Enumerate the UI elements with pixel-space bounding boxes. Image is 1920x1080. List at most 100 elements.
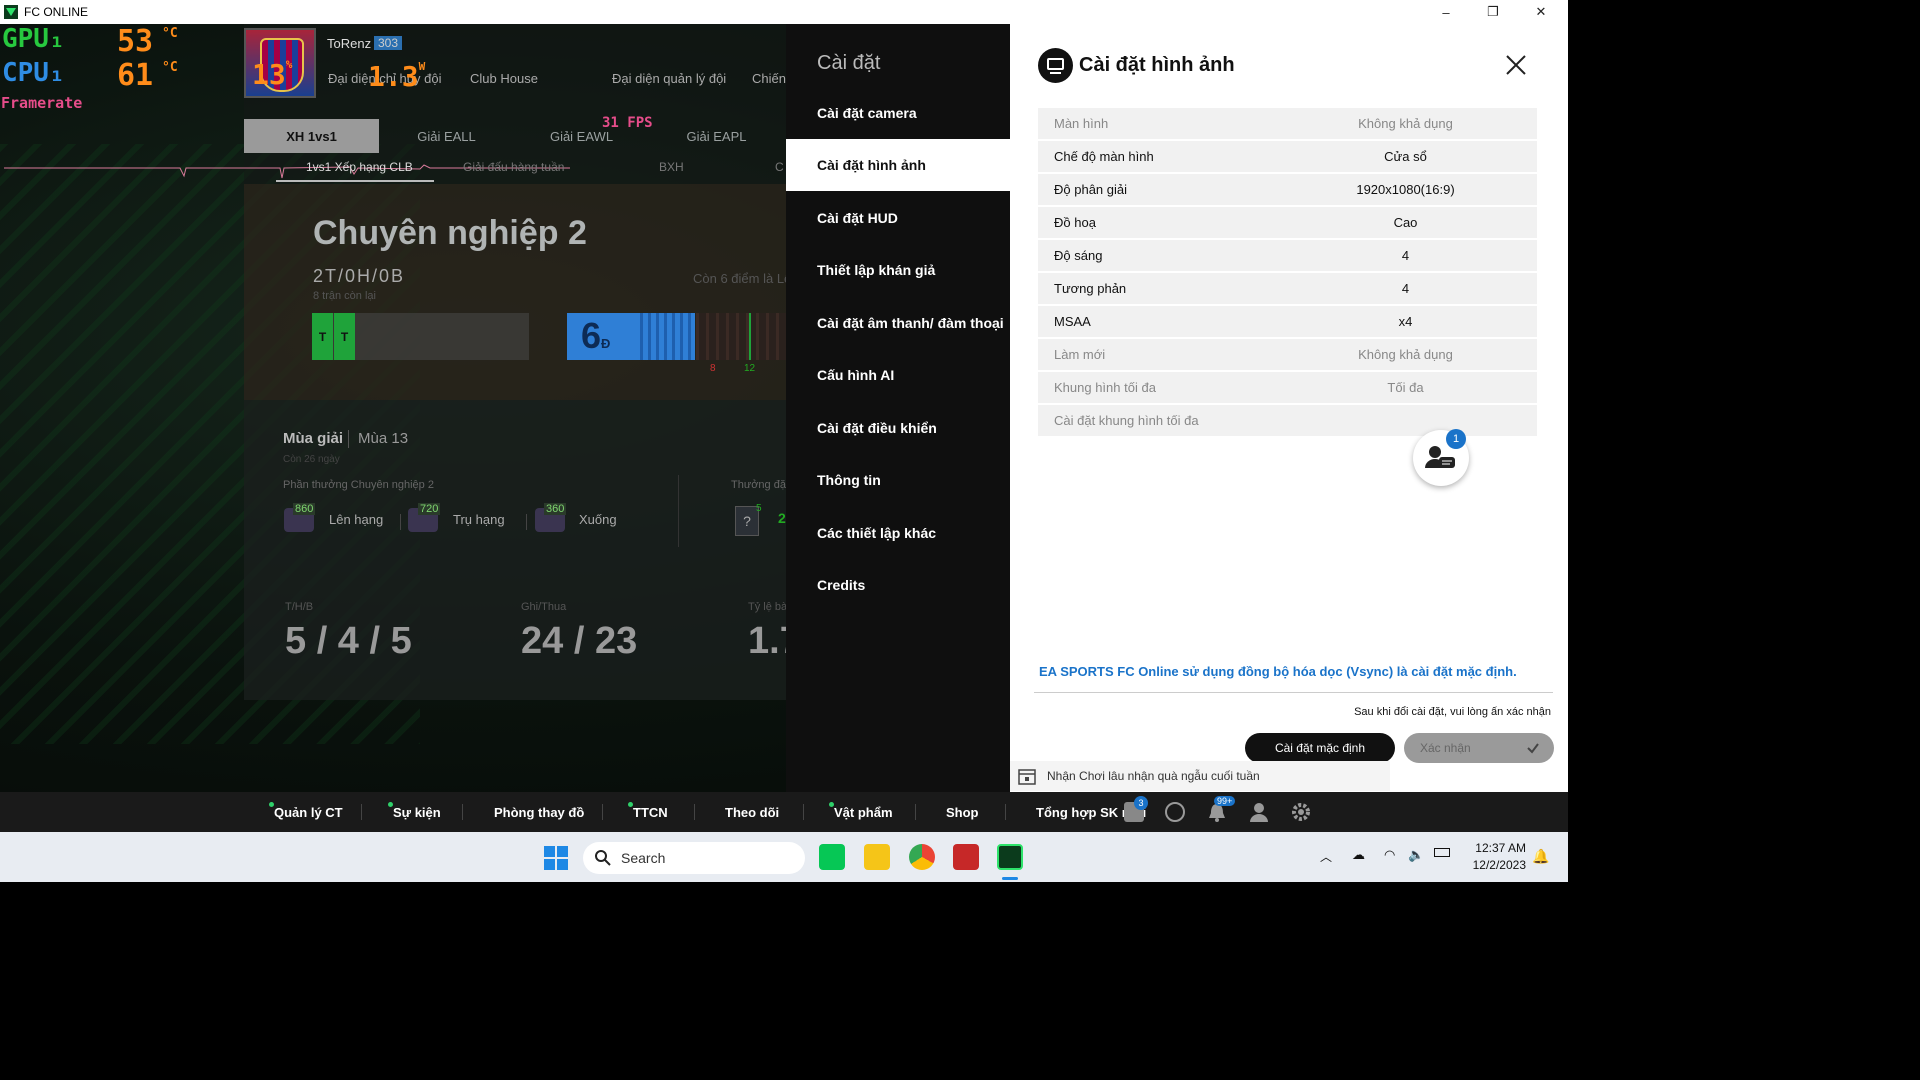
battery-icon[interactable]	[1434, 848, 1450, 857]
subtab-rank-clb[interactable]: 1vs1 Xếp hạng CLB	[306, 160, 413, 174]
subtab-weekly[interactable]: Giải đấu hàng tuần	[463, 160, 564, 174]
rank-matches-left: 8 trận còn lại	[313, 290, 376, 302]
minimize-button[interactable]: –	[1423, 0, 1469, 24]
rank-title: Chuyên nghiệp 2	[313, 214, 587, 252]
setting-label: Tương phản	[1054, 281, 1127, 296]
setting-row-brightness[interactable]: Độ sáng 4	[1038, 240, 1537, 271]
nav-manage-team[interactable]: Quản lý CT	[269, 792, 343, 832]
menu-item-controls[interactable]: Cài đặt điều khiển	[786, 402, 1010, 454]
season-divider	[348, 430, 349, 448]
graphics-settings-panel: Cài đặt hình ảnh Màn hình Không khả dụng …	[1010, 24, 1568, 792]
close-panel-button[interactable]	[1501, 50, 1531, 80]
restore-button[interactable]: ❐	[1470, 0, 1516, 24]
stat-value: 24 / 23	[521, 620, 638, 662]
default-settings-button[interactable]: Cài đặt mặc định	[1245, 733, 1395, 763]
volume-icon[interactable]: 🔈	[1408, 847, 1424, 863]
file-explorer-icon[interactable]	[864, 844, 890, 870]
line-app-icon[interactable]	[819, 844, 845, 870]
profile-icon[interactable]	[1248, 801, 1270, 828]
close-window-button[interactable]: ✕	[1518, 0, 1564, 24]
reward-label: Trụ hạng	[453, 512, 505, 527]
setting-row-max-framerate[interactable]: Khung hình tối đa Tối đa	[1038, 372, 1537, 403]
setting-value: Không khả dụng	[1358, 116, 1453, 131]
nav-events[interactable]: Sự kiện	[388, 792, 441, 832]
settings-menu: Cài đặt Cài đặt camera Cài đặt hình ảnh …	[786, 24, 1010, 792]
settings-gear-icon[interactable]	[1290, 801, 1312, 828]
subtab-bxh[interactable]: BXH	[659, 160, 684, 174]
nav-separator	[694, 804, 695, 820]
special-reward-trailing: 2	[778, 510, 786, 526]
tab-giai-eapl[interactable]: Giải EAPL	[649, 119, 784, 153]
setting-value: Tối đa	[1387, 380, 1424, 395]
vsync-note: EA SPORTS FC Online sử dụng đồng bộ hóa …	[1039, 664, 1517, 679]
setting-row-screen-mode[interactable]: Chế độ màn hình Cửa sổ	[1038, 141, 1537, 172]
profile-name: ToRenz	[327, 36, 372, 51]
weekend-banner[interactable]: Nhận Chơi lâu nhận quà ngẫu cuối tuần	[1010, 761, 1390, 791]
nav-follow[interactable]: Theo dõi	[725, 792, 779, 832]
menu-item-credits[interactable]: Credits	[786, 559, 1010, 611]
windows-start-icon[interactable]	[544, 846, 568, 875]
header-nav-item-2[interactable]: Đại diện quản lý đội	[612, 71, 726, 86]
menu-item-crowd[interactable]: Thiết lập khán giả	[786, 244, 1010, 296]
panel-divider	[1034, 692, 1553, 693]
cloud-icon[interactable]: ☁	[1352, 847, 1365, 863]
events-badge: 3	[1134, 796, 1148, 810]
tab-giai-eawl[interactable]: Giải EAWL	[514, 119, 649, 153]
header-nav-item-3[interactable]: Chiến	[752, 71, 786, 86]
season-name: Mùa 13	[358, 430, 409, 447]
menu-item-other[interactable]: Các thiết lập khác	[786, 507, 1010, 559]
season-card-divider	[678, 475, 679, 547]
menu-item-info[interactable]: Thông tin	[786, 454, 1010, 506]
reward-divider	[526, 514, 527, 530]
garena-icon[interactable]	[953, 844, 979, 870]
osd-gpu-temp: 53	[117, 24, 154, 59]
menu-item-graphics[interactable]: Cài đặt hình ảnh	[786, 139, 1010, 191]
notification-badge: 99+	[1214, 796, 1236, 806]
tab-xh-1vs1[interactable]: XH 1vs1	[244, 119, 379, 153]
menu-item-audio[interactable]: Cài đặt âm thanh/ đàm thoại	[786, 297, 1010, 349]
taskbar-search[interactable]: Search	[583, 842, 805, 874]
bell-icon[interactable]	[1206, 802, 1228, 829]
clock-date[interactable]: 12/2/2023	[1466, 858, 1526, 872]
nav-locker-room[interactable]: Phòng thay đồ	[494, 792, 584, 832]
tab-giai-eall[interactable]: Giải EALL	[379, 119, 514, 153]
season-label: Mùa giải	[283, 430, 344, 447]
header-nav-item-1[interactable]: Club House	[470, 71, 538, 86]
setting-row-refresh[interactable]: Làm mới Không khả dụng	[1038, 339, 1537, 370]
clock-time[interactable]: 12:37 AM	[1466, 841, 1526, 855]
menu-item-camera[interactable]: Cài đặt camera	[786, 87, 1010, 139]
points-value: 6Đ	[581, 315, 611, 356]
reward-divider	[400, 514, 401, 530]
setting-row-display[interactable]: Màn hình Không khả dụng	[1038, 108, 1537, 139]
wifi-icon[interactable]: ◠	[1384, 847, 1395, 863]
confirm-button[interactable]: Xác nhận	[1404, 733, 1554, 763]
fc-online-taskbar-icon[interactable]	[997, 844, 1023, 870]
rewards-title: Phần thưởng Chuyên nghiệp 2	[283, 479, 434, 491]
nav-ttcn[interactable]: TTCN	[628, 792, 668, 832]
active-app-indicator	[1002, 877, 1018, 880]
nav-separator	[462, 804, 463, 820]
nav-items[interactable]: Vật phẩm	[829, 792, 893, 832]
nav-separator	[803, 804, 804, 820]
chevron-up-icon[interactable]: ︿	[1320, 848, 1332, 865]
setting-row-contrast[interactable]: Tương phản 4	[1038, 273, 1537, 304]
setting-row-graphics[interactable]: Đồ hoạ Cao	[1038, 207, 1537, 238]
setting-row-resolution[interactable]: Độ phân giải 1920x1080(16:9)	[1038, 174, 1537, 205]
chrome-icon[interactable]	[909, 844, 935, 870]
points-remaining	[696, 313, 786, 360]
menu-item-ai[interactable]: Cấu hình AI	[786, 349, 1010, 401]
setting-value: 4	[1401, 281, 1410, 296]
osd-gpu-load: 13%	[252, 58, 293, 91]
osd-gpu-label: GPU₁	[2, 24, 65, 54]
osd-gpu-unit: °C	[162, 26, 178, 41]
nav-shop[interactable]: Shop	[946, 792, 979, 832]
setting-label: MSAA	[1054, 314, 1091, 329]
setting-value: 4	[1401, 248, 1410, 263]
ball-icon[interactable]	[1165, 802, 1185, 822]
subtab-more[interactable]: C	[775, 160, 784, 174]
menu-item-hud[interactable]: Cài đặt HUD	[786, 192, 1010, 244]
notification-bell-icon[interactable]: 🔔	[1532, 848, 1549, 865]
setting-row-msaa[interactable]: MSAA x4	[1038, 306, 1537, 337]
setting-label: Độ sáng	[1054, 248, 1103, 263]
setting-label: Độ phân giải	[1054, 182, 1127, 197]
